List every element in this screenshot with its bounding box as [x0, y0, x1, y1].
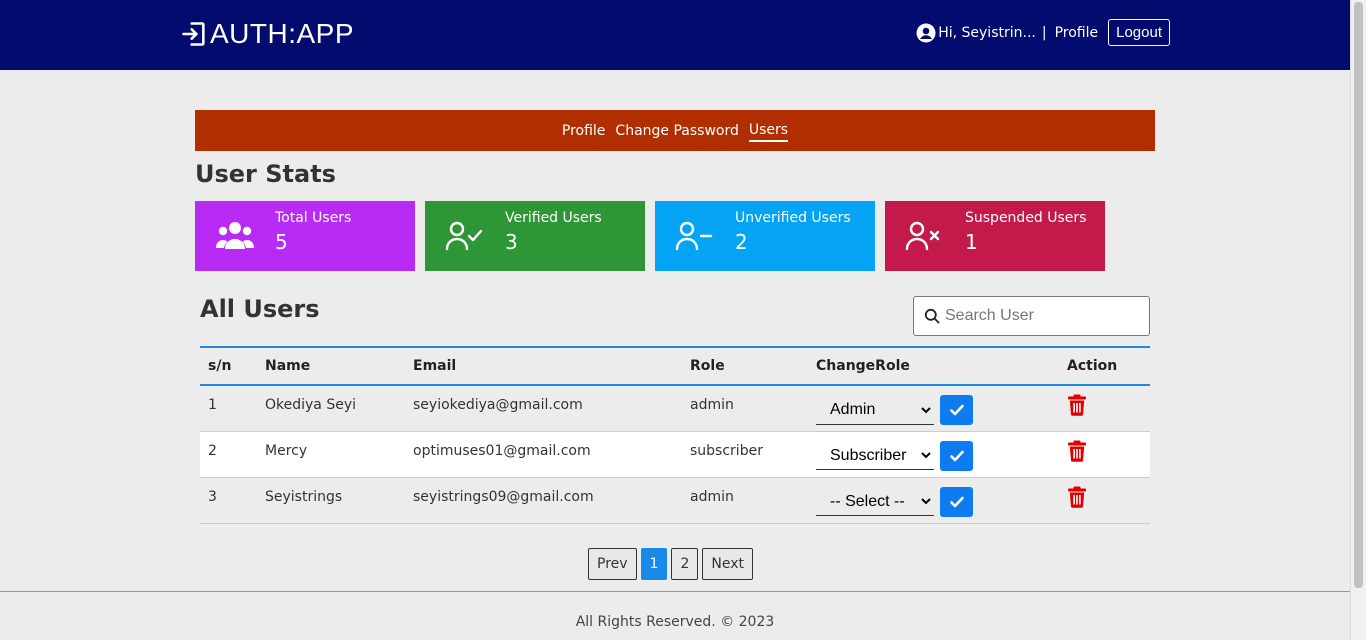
check-icon	[949, 450, 964, 461]
table-row: 3 Seyistrings seyistrings09@gmail.com ad…	[200, 477, 1150, 524]
separator: |	[1041, 24, 1047, 41]
cell-email: seyiokediya@gmail.com	[405, 385, 682, 432]
column-header: s/n	[208, 358, 232, 374]
cell-change-role: -- Select --	[808, 477, 1059, 524]
stat-card-verified: Verified Users 3	[425, 201, 645, 271]
search-input[interactable]	[945, 307, 1135, 325]
stat-value: 5	[275, 230, 288, 254]
page: AUTH:APP Hi, Seyistrin... | Profile Logo…	[0, 0, 1350, 640]
user-area: Hi, Seyistrin... | Profile Logout	[916, 19, 1170, 46]
user-x-icon	[905, 221, 940, 251]
stat-label: Total Users	[275, 210, 352, 226]
trash-icon[interactable]	[1067, 486, 1087, 508]
cell-sn: 3	[200, 477, 257, 524]
logo-text: AUTH:APP	[210, 18, 355, 49]
subnav-item-users[interactable]: Users	[748, 120, 789, 142]
user-minus-icon	[675, 221, 713, 251]
stat-value: 1	[965, 230, 978, 254]
user-circle-icon	[916, 23, 936, 42]
cell-name: Mercy	[257, 431, 405, 478]
column-header: ChangeRole	[816, 358, 910, 374]
column-header: Name	[265, 358, 311, 374]
role-select[interactable]: -- Select --	[816, 487, 934, 516]
table-header-row: s/n Name Email Role ChangeRole Action	[200, 347, 1150, 385]
cell-action	[1059, 431, 1150, 478]
scrollbar-thumb[interactable]	[1354, 2, 1363, 588]
stats-cards: Total Users 5 Verified Users 3 Unverifie…	[195, 201, 1105, 271]
vertical-scrollbar[interactable]	[1350, 0, 1366, 640]
footer: All Rights Reserved. © 2023	[0, 591, 1350, 640]
column-header: Action	[1067, 358, 1118, 374]
cell-change-role: Subscriber	[808, 431, 1059, 478]
sub-navigation: Profile Change Password Users	[195, 110, 1155, 151]
logout-button[interactable]: Logout	[1108, 19, 1170, 46]
user-stats-title: User Stats	[195, 160, 336, 188]
users-group-icon	[216, 222, 254, 249]
top-navbar: AUTH:APP Hi, Seyistrin... | Profile Logo…	[0, 0, 1350, 70]
cell-action	[1059, 477, 1150, 524]
confirm-role-button[interactable]	[940, 486, 973, 517]
cell-name: Seyistrings	[257, 477, 405, 524]
table-row: 2 Mercy optimuses01@gmail.com subscriber…	[200, 431, 1150, 478]
search-icon	[924, 308, 940, 324]
search-box	[913, 296, 1150, 336]
stat-card-suspended: Suspended Users 1	[885, 201, 1105, 271]
prev-page-button[interactable]: Prev	[588, 548, 637, 580]
stat-value: 3	[505, 230, 518, 254]
cell-sn: 2	[200, 431, 257, 478]
page-button-1[interactable]: 1	[640, 548, 668, 580]
cell-role: subscriber	[682, 431, 808, 478]
table-row: 1 Okediya Seyi seyiokediya@gmail.com adm…	[200, 385, 1150, 432]
cell-change-role: Admin	[808, 385, 1059, 432]
footer-copyright: All Rights Reserved. © 2023	[575, 614, 775, 630]
cell-name: Okediya Seyi	[257, 385, 405, 432]
trash-icon[interactable]	[1067, 440, 1087, 462]
stat-card-total: Total Users 5	[195, 201, 415, 271]
cell-role: admin	[682, 477, 808, 524]
users-table: s/n Name Email Role ChangeRole Action 1 …	[200, 346, 1150, 524]
page-button-2[interactable]: 2	[671, 548, 699, 580]
stat-label: Unverified Users	[735, 210, 851, 226]
stat-label: Verified Users	[505, 210, 602, 226]
all-users-title: All Users	[200, 295, 320, 323]
confirm-role-button[interactable]	[940, 440, 973, 471]
login-icon	[182, 22, 205, 46]
stat-card-unverified: Unverified Users 2	[655, 201, 875, 271]
cell-sn: 1	[200, 385, 257, 432]
user-greeting: Hi, Seyistrin...	[938, 24, 1036, 41]
role-select[interactable]: Admin	[816, 395, 934, 425]
check-icon	[949, 496, 964, 507]
stat-label: Suspended Users	[965, 210, 1087, 226]
pagination: Prev 1 2 Next	[588, 548, 754, 580]
subnav-item-profile[interactable]: Profile	[562, 121, 606, 141]
next-page-button[interactable]: Next	[702, 548, 754, 580]
column-header: Email	[413, 358, 457, 374]
cell-action	[1059, 385, 1150, 432]
cell-email: optimuses01@gmail.com	[405, 431, 682, 478]
app-logo[interactable]: AUTH:APP	[180, 18, 354, 50]
column-header: Role	[690, 358, 725, 374]
cell-email: seyistrings09@gmail.com	[405, 477, 682, 524]
confirm-role-button[interactable]	[940, 395, 973, 425]
subnav-item-change-password[interactable]: Change Password	[615, 121, 738, 141]
check-icon	[949, 404, 964, 416]
role-select[interactable]: Subscriber	[816, 441, 934, 470]
header-profile-link[interactable]: Profile	[1055, 25, 1099, 41]
stat-value: 2	[735, 230, 748, 254]
user-check-icon	[445, 221, 483, 251]
trash-icon[interactable]	[1067, 394, 1087, 416]
cell-role: admin	[682, 385, 808, 432]
